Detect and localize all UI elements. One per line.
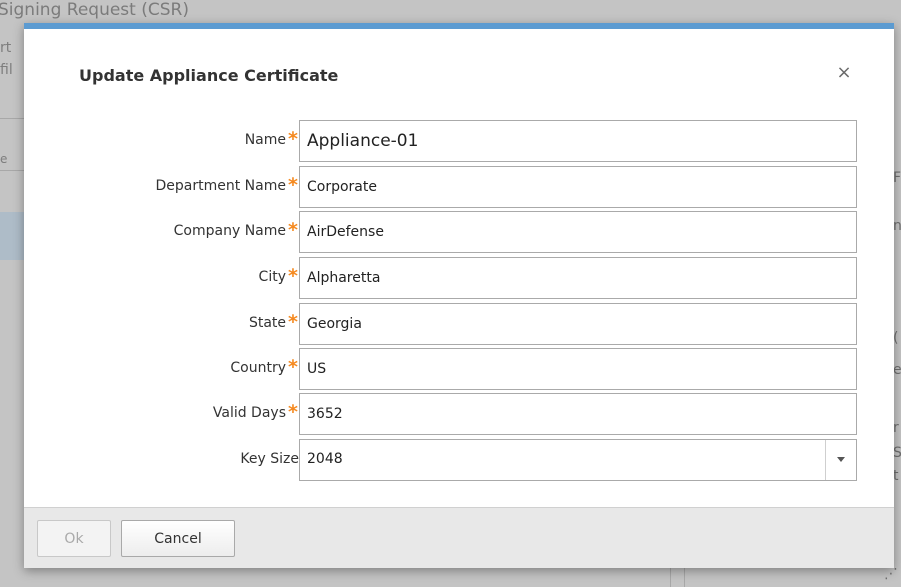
department-name-label: Department Name (155, 178, 286, 194)
background-right-text: F (893, 170, 901, 186)
resize-grip-icon: ⋰ (884, 566, 899, 582)
key-size-select[interactable]: 2048 (299, 439, 857, 481)
company-name-input[interactable] (299, 211, 857, 253)
required-icon: * (288, 401, 298, 423)
form-row-key-size: Key Size 2048 (24, 439, 894, 481)
country-input[interactable] (299, 348, 857, 390)
key-size-label: Key Size (240, 451, 299, 467)
valid-days-label: Valid Days (212, 405, 286, 421)
background-right-text: n (893, 218, 901, 234)
form-row-name: Name * (24, 120, 894, 162)
state-input[interactable] (299, 303, 857, 345)
background-side-text: fil (0, 62, 13, 78)
update-certificate-dialog: Update Appliance Certificate × Name * De… (24, 23, 894, 568)
form-row-city: City * (24, 257, 894, 299)
name-input[interactable] (299, 120, 857, 162)
required-icon: * (288, 265, 298, 287)
background-divider (670, 568, 671, 587)
background-right-text: e (893, 362, 901, 378)
chevron-down-icon (837, 457, 845, 462)
ok-button[interactable]: Ok (37, 520, 111, 557)
company-name-label: Company Name (173, 223, 286, 239)
background-divider (684, 568, 685, 587)
name-label: Name (244, 132, 286, 148)
background-side-text: e (0, 152, 8, 166)
required-icon: * (288, 128, 298, 150)
cancel-button[interactable]: Cancel (121, 520, 235, 557)
form-row-department: Department Name * (24, 166, 894, 208)
dialog-footer: Ok Cancel (24, 507, 894, 568)
background-selected-row (0, 212, 24, 260)
background-title-text: Signing Request (CSR) (0, 0, 189, 20)
department-name-input[interactable] (299, 166, 857, 208)
background-divider (0, 170, 24, 171)
dropdown-toggle[interactable] (825, 440, 856, 480)
form-row-state: State * (24, 303, 894, 345)
background-right-text: S (893, 445, 901, 461)
required-icon: * (288, 174, 298, 196)
required-icon: * (288, 356, 298, 378)
form-row-valid-days: Valid Days * (24, 393, 894, 435)
form-row-company: Company Name * (24, 211, 894, 253)
city-input[interactable] (299, 257, 857, 299)
background-side-text: rt (0, 40, 12, 56)
valid-days-input[interactable] (299, 393, 857, 435)
state-label: State (248, 315, 286, 331)
form-row-country: Country * (24, 348, 894, 390)
background-divider (0, 118, 24, 119)
required-icon: * (288, 311, 298, 333)
dialog-title: Update Appliance Certificate (79, 66, 339, 85)
key-size-value: 2048 (307, 451, 343, 467)
country-label: Country (230, 360, 286, 376)
required-icon: * (288, 219, 298, 241)
city-label: City (258, 269, 286, 285)
close-icon[interactable]: × (834, 63, 854, 83)
